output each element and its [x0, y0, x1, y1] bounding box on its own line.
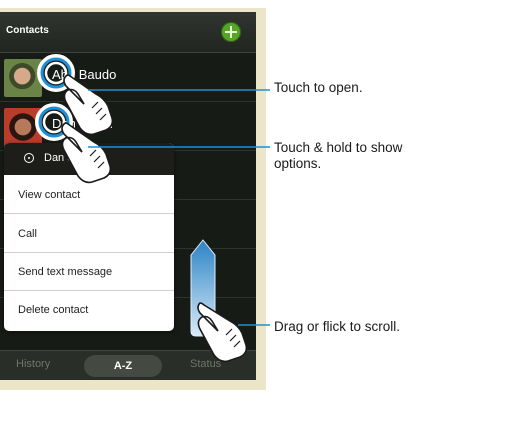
callout-touch-open: Touch to open. — [274, 80, 363, 95]
callout-touch-hold: Touch & hold to show options. — [274, 140, 403, 171]
hand-drag-icon — [197, 302, 248, 363]
callout-overlay — [35, 54, 270, 363]
callout-line — [88, 89, 270, 326]
callout-drag-scroll: Drag or flick to scroll. — [274, 319, 401, 334]
